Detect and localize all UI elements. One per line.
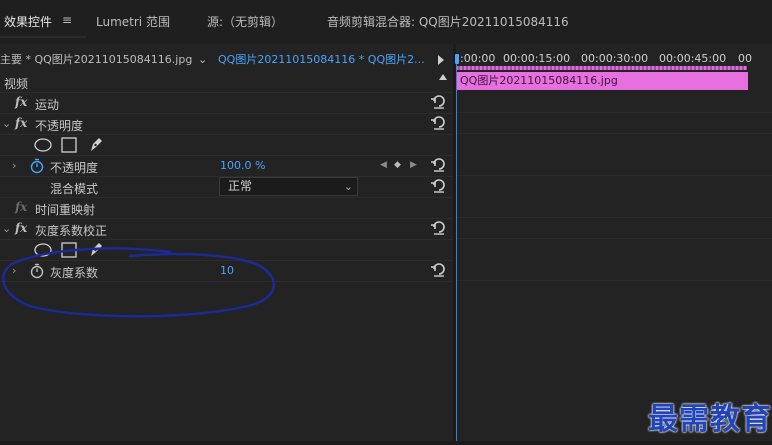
timeline-row-line [456, 112, 772, 113]
fx-icon[interactable]: fx [15, 95, 27, 109]
playhead-line[interactable] [456, 58, 457, 445]
prev-keyframe-icon[interactable]: ◀ [380, 160, 387, 170]
section-video-label: 视频 [4, 77, 29, 91]
bottom-edge [0, 441, 772, 445]
tab-audio-clip-mixer[interactable]: 音频剪辑混合器: QQ图片20211015084116 [327, 13, 569, 30]
tab-effect-controls[interactable]: 效果控件 [4, 13, 52, 30]
stopwatch-icon[interactable] [30, 158, 44, 174]
blend-mode-select[interactable]: 正常 ⌄ [219, 177, 358, 196]
reset-icon[interactable] [431, 158, 447, 172]
param-opacity-label: 不透明度 [50, 161, 99, 175]
master-clip-label[interactable]: 主要 * QQ图片20211015084116.jpg [0, 48, 200, 72]
effect-time-remap[interactable]: fx 时间重映射 [0, 198, 453, 219]
timeline-row-line [456, 133, 772, 134]
timeline-row-line [456, 280, 772, 281]
chevron-right-icon[interactable]: › [12, 159, 16, 172]
reset-icon[interactable] [431, 263, 447, 277]
reset-icon[interactable] [431, 179, 447, 193]
chevron-down-icon: ⌄ [343, 180, 353, 193]
timeline-row-line [456, 175, 772, 176]
effect-time-remap-label: 时间重映射 [35, 203, 96, 217]
ruler-tick: :00:00 [460, 52, 496, 65]
reset-icon[interactable] [431, 95, 447, 109]
play-icon[interactable] [438, 55, 444, 65]
timeline-row-line [456, 217, 772, 218]
effect-gamma-correction[interactable]: ⌄ fx 灰度系数校正 [0, 219, 453, 240]
tab-source[interactable]: 源:（无剪辑） [207, 13, 283, 30]
chevron-down-icon[interactable]: ⌄ [2, 117, 11, 130]
fx-icon[interactable]: fx [15, 200, 27, 214]
ruler-tick: 00:00:15:00 [503, 52, 571, 65]
watermark-logo: 最需教育 [648, 402, 772, 437]
timeline-clip[interactable]: QQ图片20211015084116.jpg [456, 72, 748, 90]
panel-tab-bar: 效果控件 ≡ Lumetri 范围 源:（无剪辑） 音频剪辑混合器: QQ图片2… [0, 0, 772, 44]
add-keyframe-icon[interactable]: ◆ [394, 160, 401, 170]
param-opacity[interactable]: › 不透明度 100.0 % ◀ ◆ ▶ [0, 156, 453, 177]
ruler-tick: 00:00:30:00 [581, 52, 649, 65]
param-blend-mode[interactable]: 混合模式 正常 ⌄ [0, 177, 453, 198]
effect-motion-label: 运动 [35, 98, 60, 112]
param-blend-mode-label: 混合模式 [50, 182, 99, 196]
playhead-handle[interactable] [455, 54, 459, 64]
work-area-bar[interactable] [456, 66, 747, 70]
effect-motion[interactable]: fx 运动 [0, 93, 453, 114]
timeline-row-line [456, 238, 772, 239]
reset-icon[interactable] [431, 221, 447, 235]
pen-mask-icon[interactable] [88, 136, 104, 153]
ruler-tick: 00 [738, 52, 752, 65]
active-tab-indicator [0, 36, 86, 38]
chevron-down-icon[interactable]: ⌄ [2, 222, 11, 235]
fx-icon[interactable]: fx [15, 221, 27, 235]
opacity-value[interactable]: 100.0 % [220, 159, 265, 172]
ruler-tick: 00:00:45:00 [659, 52, 727, 65]
rectangle-mask-icon[interactable] [61, 137, 77, 153]
tab-menu-icon[interactable]: ≡ [62, 13, 72, 27]
blend-mode-value: 正常 [228, 179, 253, 193]
timeline-ruler[interactable]: :00:00 00:00:15:00 00:00:30:00 00:00:45:… [456, 48, 772, 72]
effect-gamma-label: 灰度系数校正 [35, 224, 108, 238]
effect-opacity[interactable]: ⌄ fx 不透明度 [0, 114, 453, 135]
mask-tools-row [0, 135, 453, 156]
chevron-down-icon[interactable]: ⌄ [198, 48, 207, 72]
effect-opacity-label: 不透明度 [35, 119, 84, 133]
annotation-circle [2, 247, 275, 318]
ellipse-mask-icon[interactable] [34, 138, 52, 152]
section-video: 视频 [0, 72, 453, 93]
sequence-clip-label[interactable]: QQ图片20211015084116 * QQ图片2... [218, 48, 428, 72]
fx-icon[interactable]: fx [15, 116, 27, 130]
tab-lumetri-scopes[interactable]: Lumetri 范围 [96, 13, 170, 30]
next-keyframe-icon[interactable]: ▶ [410, 160, 417, 170]
reset-icon[interactable] [431, 116, 447, 130]
